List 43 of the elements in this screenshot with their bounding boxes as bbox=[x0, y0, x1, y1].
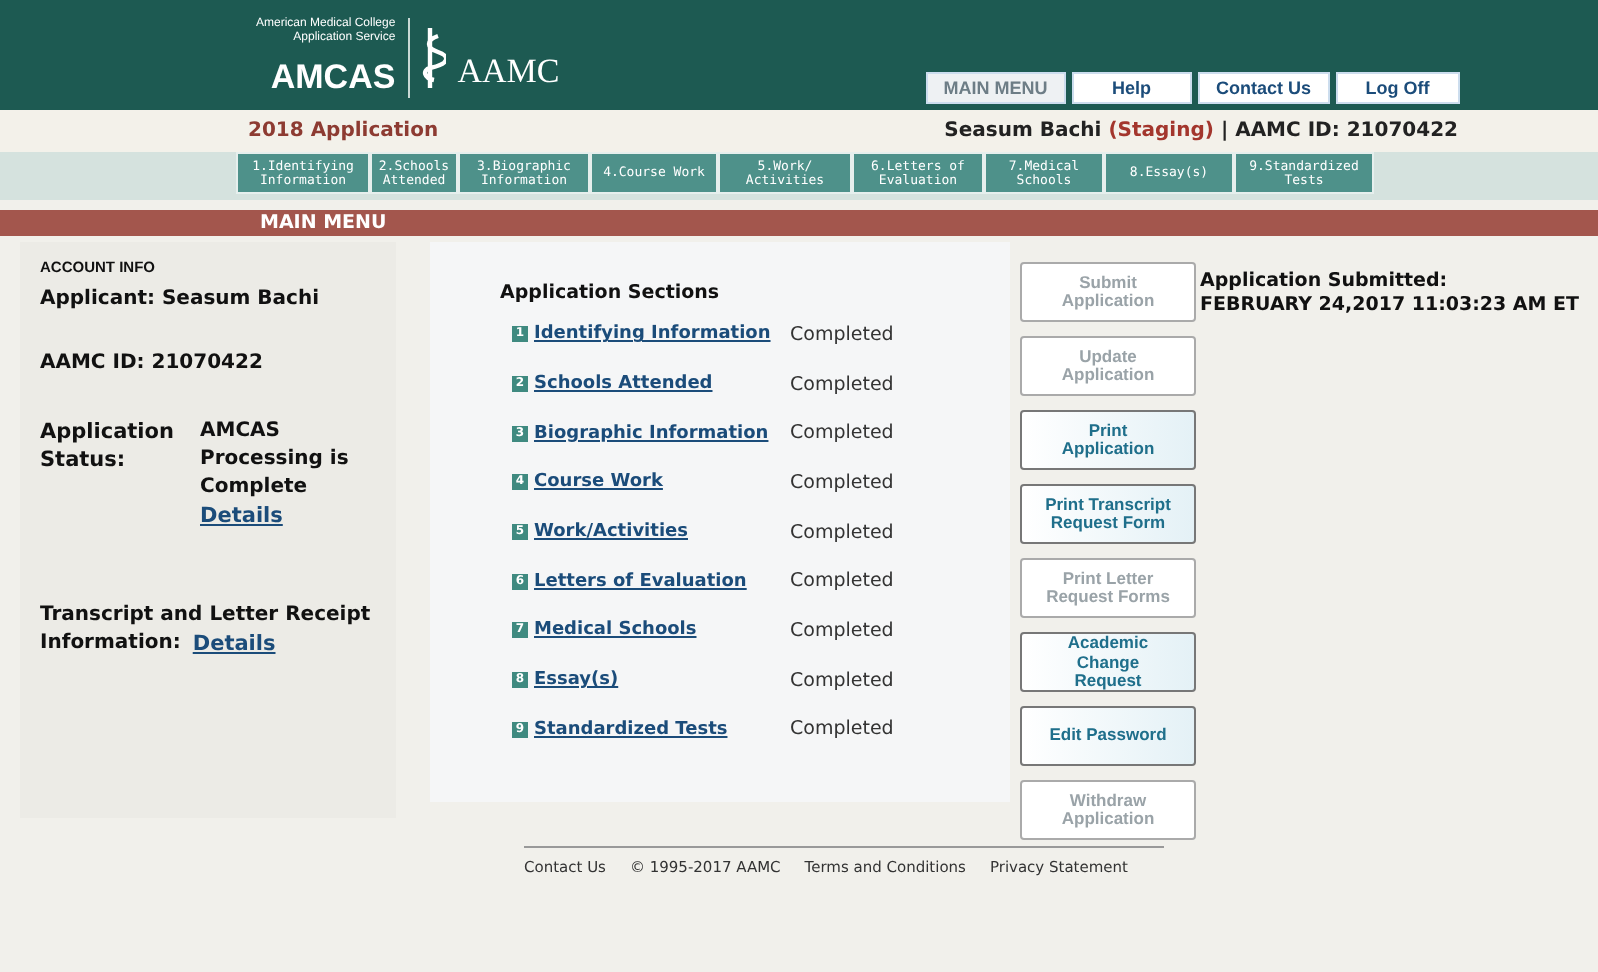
action-button[interactable]: Academic Change Request bbox=[1020, 632, 1196, 692]
section-status: Completed bbox=[790, 521, 894, 544]
section-title: MAIN MENU bbox=[260, 212, 387, 234]
receipt-label: Information: bbox=[40, 630, 181, 658]
nav-button[interactable]: Log Off bbox=[1335, 72, 1460, 104]
section-status: Completed bbox=[790, 718, 894, 741]
nav-button[interactable]: Help bbox=[1071, 72, 1192, 104]
section-status: Completed bbox=[790, 373, 894, 396]
section-link[interactable]: Schools Attended bbox=[534, 374, 790, 395]
applicant-name: Applicant: Seasum Bachi bbox=[40, 286, 322, 314]
user-info: Seasum Bachi (Staging) | AAMC ID: 21070422 bbox=[944, 120, 1458, 142]
details-link[interactable]: Details bbox=[192, 630, 276, 658]
submitted-label: Application Submitted: bbox=[1200, 270, 1450, 294]
action-button[interactable]: Print Transcript Request Form bbox=[1020, 484, 1196, 544]
action-button[interactable]: Edit Password bbox=[1020, 706, 1196, 766]
section-link[interactable]: Letters of Evaluation bbox=[534, 571, 790, 592]
section-status: Completed bbox=[790, 619, 894, 642]
action-button[interactable]: Print Application bbox=[1020, 410, 1196, 470]
details-link[interactable]: Details bbox=[200, 502, 380, 530]
section-status: Completed bbox=[790, 669, 894, 692]
section-link[interactable]: Essay(s) bbox=[534, 670, 790, 691]
partner-name: AAMC bbox=[457, 52, 560, 92]
section-status: Completed bbox=[790, 570, 894, 593]
section-link[interactable]: Identifying Information bbox=[534, 324, 790, 345]
sections-heading: Application Sections bbox=[500, 282, 722, 304]
section-status: Completed bbox=[790, 471, 894, 494]
section-status: Completed bbox=[790, 422, 894, 445]
caduceus-icon bbox=[421, 26, 446, 90]
nav-button[interactable]: Contact Us bbox=[1197, 72, 1330, 104]
submitted-date: FEBRUARY 24,2017 11:03:23 AM ET bbox=[1200, 294, 1580, 318]
brand-name: AMCAS bbox=[270, 58, 396, 98]
section-status: Completed bbox=[790, 323, 894, 346]
nav-button[interactable]: MAIN MENU bbox=[925, 72, 1066, 104]
section-link[interactable]: Course Work bbox=[534, 472, 790, 493]
section-link[interactable]: Standardized Tests bbox=[534, 719, 790, 740]
section-link[interactable]: Biographic Information bbox=[534, 423, 790, 444]
application-year: 2018 Application bbox=[248, 120, 439, 142]
status-label: Application Status: bbox=[40, 418, 176, 476]
receipt-label: Transcript and Letter Receipt bbox=[40, 602, 373, 630]
status-value: AMCAS Processing is Complete bbox=[200, 418, 351, 502]
section-link[interactable]: Work/Activities bbox=[534, 522, 790, 543]
section-link[interactable]: Medical Schools bbox=[534, 620, 790, 641]
aamc-id: AAMC ID: 21070422 bbox=[40, 350, 265, 378]
